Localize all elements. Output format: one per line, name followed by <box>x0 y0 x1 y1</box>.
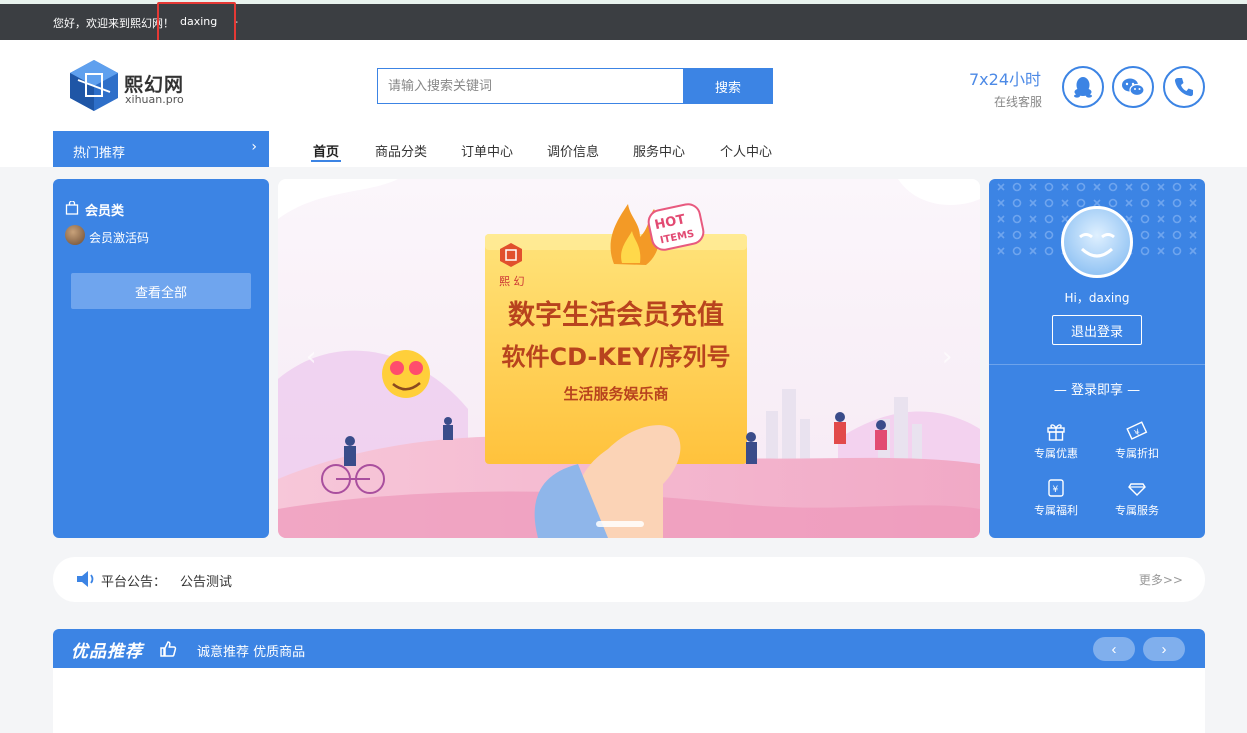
phone-icon <box>1174 78 1193 97</box>
announcement-more-link[interactable]: 更多>> <box>1139 571 1183 588</box>
wechat-icon <box>1122 78 1145 97</box>
logo-cube-icon[interactable] <box>68 58 120 112</box>
announcement-bar: 平台公告： 公告测试 更多>> <box>53 557 1205 602</box>
perk-exclusive-service[interactable]: 专属服务 <box>1107 478 1167 518</box>
recommend-subtitle: 诚意推荐 优质商品 <box>197 645 306 660</box>
search-input[interactable] <box>377 68 683 104</box>
banner-tagline: 生活服务娱乐商 <box>563 385 668 403</box>
nav-active-underline <box>311 160 341 162</box>
panel-divider <box>989 364 1205 365</box>
svg-text:¥: ¥ <box>1053 485 1059 495</box>
recommend-next-button[interactable]: › <box>1143 637 1185 661</box>
svg-text:¥: ¥ <box>1133 427 1141 437</box>
speaker-icon <box>77 571 94 587</box>
logout-button[interactable]: 退出登录 <box>1052 315 1142 345</box>
ticket-icon: ¥ <box>1126 421 1148 440</box>
gift-icon <box>1047 424 1065 441</box>
shopping-bag-icon <box>65 201 79 215</box>
diamond-icon <box>1128 483 1146 496</box>
category-panel: 会员类 会员激活码 查看全部 <box>53 179 269 538</box>
nav-service-center[interactable]: 服务中心 <box>633 141 685 160</box>
perk-label: 专属服务 <box>1115 504 1159 517</box>
banner-brand-text: 熙 幻 <box>499 275 525 288</box>
thumbs-up-icon <box>160 641 177 657</box>
perk-label: 专属福利 <box>1034 504 1078 517</box>
perk-label: 专属优惠 <box>1034 447 1078 460</box>
user-avatar[interactable] <box>1061 206 1133 278</box>
user-greeting: Hi，daxing <box>1064 291 1130 305</box>
banner-illustration: HOT ITEMS 熙 幻 数字生活会员充值 软件CD-KEY/序列号 生活服务… <box>278 179 980 538</box>
qq-button[interactable] <box>1062 66 1104 108</box>
nav-categories[interactable]: 商品分类 <box>375 141 427 160</box>
recommend-prev-button[interactable]: ‹ <box>1093 637 1135 661</box>
view-all-button[interactable]: 查看全部 <box>71 273 251 309</box>
perk-label: 专属折扣 <box>1115 447 1159 460</box>
nav-personal-center[interactable]: 个人中心 <box>720 141 772 160</box>
logo-domain: xihuan.pro <box>125 93 184 106</box>
recommend-content <box>53 668 1205 733</box>
announcement-label: 平台公告： <box>101 575 167 590</box>
banner-subheadline: 软件CD-KEY/序列号 <box>501 343 730 371</box>
nav-home[interactable]: 首页 <box>313 141 339 160</box>
wechat-button[interactable] <box>1112 66 1154 108</box>
chevron-right-icon: › <box>251 139 257 155</box>
user-panel: Hi，daxing 退出登录 — 登录即享 — 专属优惠 ¥ 专属折扣 ¥ 专属… <box>989 179 1205 538</box>
hot-recommend-bar[interactable]: 热门推荐 › <box>53 131 269 167</box>
category-item-avatar <box>65 225 85 245</box>
perks-title: — 登录即享 — <box>1053 383 1141 398</box>
perk-exclusive-benefit[interactable]: ¥ 专属福利 <box>1026 478 1086 518</box>
category-title[interactable]: 会员类 <box>85 200 124 219</box>
welcome-text: 您好，欢迎来到熙幻网！ <box>53 17 174 30</box>
service-label: 在线客服 <box>994 95 1043 109</box>
phone-button[interactable] <box>1163 66 1205 108</box>
category-item[interactable]: 会员激活码 <box>89 229 149 246</box>
recommend-title: 优品推荐 <box>71 642 143 662</box>
perk-exclusive-discount[interactable]: ¥ 专属折扣 <box>1107 421 1167 461</box>
banner-prev-arrow-icon[interactable]: ‹ <box>306 342 316 372</box>
yuan-badge-icon: ¥ <box>1048 479 1064 497</box>
nav-price-info[interactable]: 调价信息 <box>547 141 599 160</box>
nav-orders[interactable]: 订单中心 <box>461 141 513 160</box>
banner-next-arrow-icon[interactable]: › <box>942 342 952 372</box>
recommend-header: 优品推荐 诚意推荐 优质商品 ‹ › <box>53 629 1205 669</box>
hot-recommend-label: 热门推荐 <box>73 146 126 161</box>
search-button[interactable]: 搜索 <box>683 68 773 104</box>
smile-avatar-icon <box>1079 233 1115 258</box>
service-hours: 7x24小时 <box>969 70 1042 89</box>
banner-headline: 数字生活会员充值 <box>508 299 724 331</box>
promo-banner[interactable]: HOT ITEMS 熙 幻 数字生活会员充值 软件CD-KEY/序列号 生活服务… <box>278 179 980 538</box>
announcement-text[interactable]: 公告测试 <box>180 571 232 590</box>
perk-exclusive-offer[interactable]: 专属优惠 <box>1026 421 1086 461</box>
qq-icon <box>1074 77 1092 98</box>
